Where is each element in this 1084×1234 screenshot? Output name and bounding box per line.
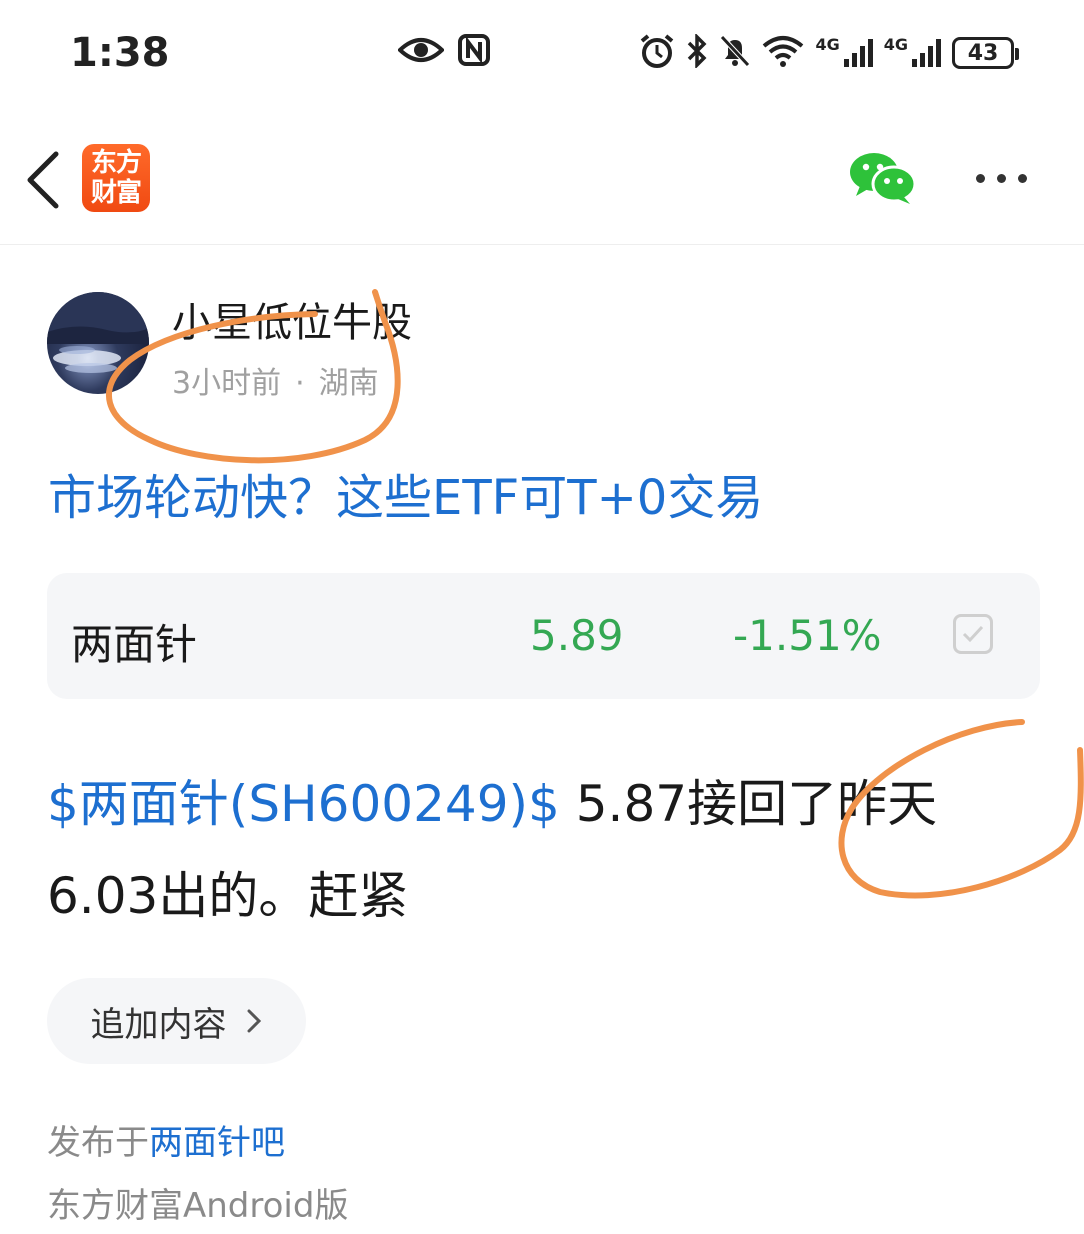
alarm-icon: [639, 34, 675, 72]
wechat-icon: [850, 153, 917, 204]
stock-card[interactable]: 两面针 5.89 -1.51%: [47, 573, 1040, 699]
author-avatar[interactable]: [47, 292, 149, 394]
post-body: $两面针(SH600249)$ 5.87接回了昨天6.03出的。赶紧: [47, 758, 1047, 942]
bell-muted-icon: [719, 34, 751, 72]
append-content-button[interactable]: 追加内容: [47, 978, 306, 1064]
logo-line-2: 财富: [90, 178, 142, 208]
avatar-image: [47, 292, 149, 373]
published-in: 发布于两面针吧: [47, 1115, 285, 1164]
more-options-button[interactable]: [976, 166, 1036, 190]
stock-change: -1.51%: [733, 611, 882, 660]
post-time: 3小时前: [172, 366, 282, 401]
chevron-left-icon: [27, 151, 59, 209]
dot-icon: [997, 173, 1006, 183]
stock-name: 两面针: [71, 620, 198, 669]
signal-icon: 4G: [884, 37, 942, 69]
battery-icon: 43: [952, 37, 1019, 69]
published-prefix: 发布于: [47, 1123, 149, 1163]
wifi-icon: [761, 34, 805, 72]
stock-tag-link[interactable]: $两面针(SH600249)$: [47, 775, 560, 833]
append-content-label: 追加内容: [90, 1004, 227, 1045]
chevron-right-icon: [247, 1009, 261, 1033]
status-time: 1:38: [70, 30, 170, 76]
post-location: 湖南: [318, 366, 379, 401]
nfc-icon: [458, 34, 490, 70]
status-mid-icons: [397, 34, 490, 70]
top-nav: 东方 财富: [0, 110, 1084, 245]
forum-link[interactable]: 两面针吧: [149, 1123, 285, 1163]
dot-icon: [976, 173, 985, 183]
status-bar: 1:38 4G 4G 43: [0, 0, 1084, 110]
net-type-label: 4G: [883, 35, 908, 54]
back-button[interactable]: [20, 146, 70, 210]
app-logo: 东方 财富: [82, 144, 150, 212]
stock-price: 5.89: [530, 611, 624, 660]
meta-separator: ·: [295, 366, 305, 401]
post-platform: 东方财富Android版: [47, 1186, 349, 1226]
bluetooth-icon: [685, 32, 709, 72]
check-icon: [962, 625, 984, 643]
logo-line-1: 东方: [90, 148, 142, 178]
eye-icon: [397, 34, 445, 70]
net-type-label: 4G: [815, 35, 840, 54]
author-name[interactable]: 小星低位牛股: [172, 290, 412, 348]
post-title-link[interactable]: 市场轮动快？这些ETF可T+0交易: [48, 458, 763, 528]
add-watchlist-checkbox[interactable]: [953, 614, 993, 654]
wechat-share-button[interactable]: [848, 150, 918, 206]
signal-icon: 4G: [815, 37, 873, 69]
status-right-icons: 4G 4G 43: [639, 32, 1019, 72]
post-meta: 3小时前 · 湖南: [172, 358, 379, 402]
dot-icon: [1018, 173, 1027, 183]
